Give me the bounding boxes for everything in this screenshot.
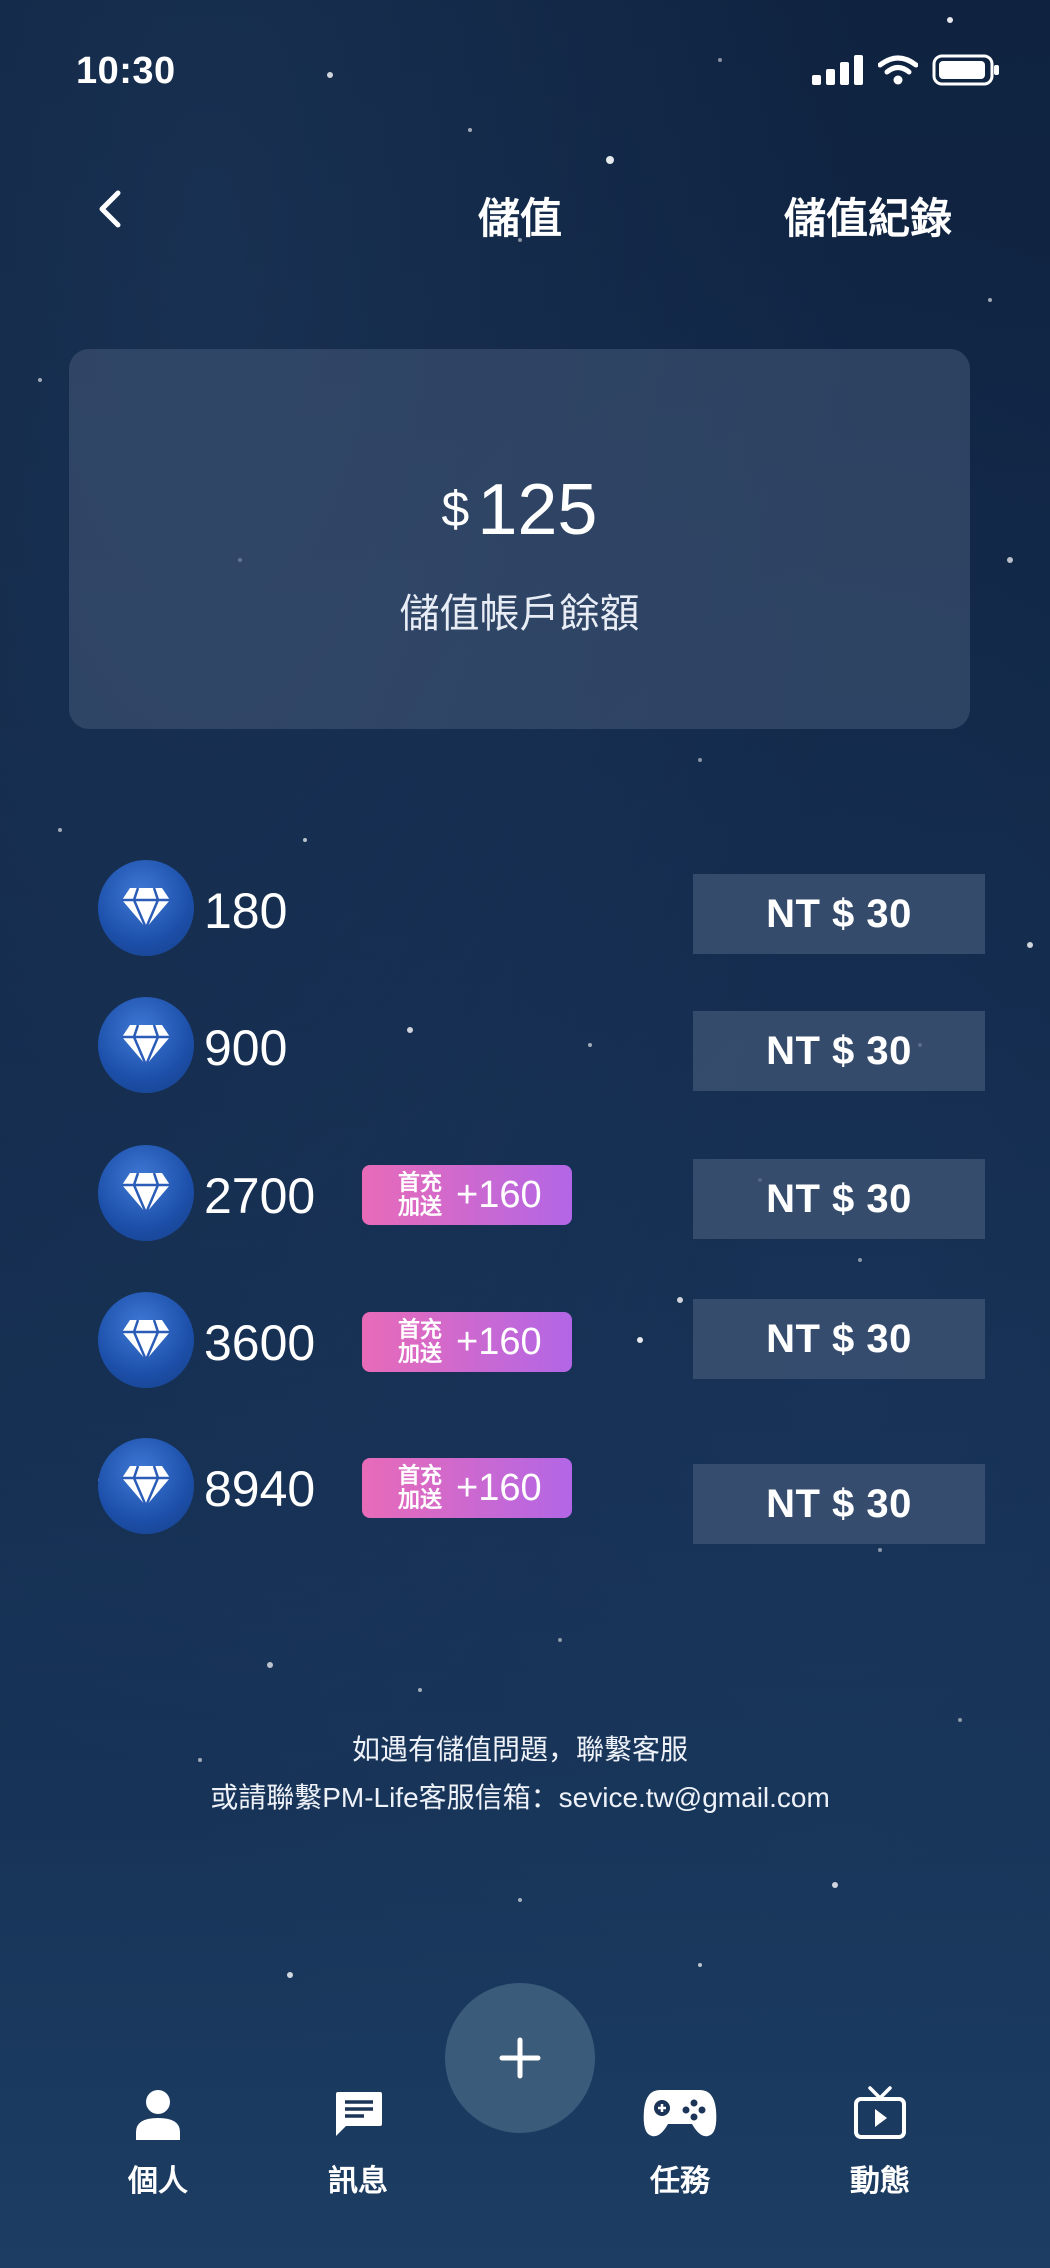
first-recharge-badge: 首充 加送 +160 — [362, 1165, 572, 1225]
nav-item-tasks[interactable]: 任務 — [610, 2080, 750, 2200]
signal-icon — [812, 55, 863, 85]
package-row: 900 NT $ 30 — [98, 997, 985, 1097]
package-row: 3600 首充 加送 +160 NT $ 30 — [98, 1292, 985, 1392]
badge-bonus: +160 — [456, 1173, 542, 1216]
badge-line1: 首充 — [397, 1170, 442, 1195]
starfield-background — [38, 17, 1033, 1978]
support-note-line2: 或請聯繫PM-Life客服信箱：sevice.tw@gmail.com — [210, 1782, 830, 1813]
badge-line2: 加送 — [397, 1341, 442, 1366]
message-icon — [336, 2092, 382, 2136]
diamond-icon — [122, 1465, 170, 1508]
balance-label: 儲值帳戶餘額 — [399, 592, 640, 636]
price-button[interactable]: NT $ 30 — [693, 1464, 985, 1544]
price-button[interactable]: NT $ 30 — [693, 1299, 985, 1379]
package-amount: 180 — [204, 883, 288, 939]
support-note-line1: 如遇有儲值問題，聯繫客服 — [351, 1734, 688, 1765]
diamond-coin — [98, 997, 194, 1093]
status-time: 10:30 — [76, 50, 176, 92]
diamond-coin — [98, 860, 194, 956]
diamond-coin — [98, 1292, 194, 1388]
nav-label: 訊息 — [328, 2165, 388, 2198]
badge-line2: 加送 — [397, 1194, 442, 1219]
balance-value: 125 — [477, 470, 598, 550]
nav-item-feed[interactable]: 動態 — [810, 2080, 950, 2200]
package-amount: 8940 — [204, 1461, 316, 1517]
tv-icon — [854, 2086, 906, 2139]
diamond-icon — [122, 1024, 170, 1067]
package-amount: 3600 — [204, 1315, 316, 1371]
nav-item-profile[interactable]: 個人 — [88, 2080, 228, 2200]
badge-bonus: +160 — [456, 1466, 542, 1509]
badge-line2: 加送 — [397, 1487, 442, 1512]
price-button[interactable]: NT $ 30 — [693, 1159, 985, 1239]
person-icon — [136, 2090, 180, 2140]
price-button[interactable]: NT $ 30 — [693, 1011, 985, 1091]
wifi-icon — [878, 55, 918, 85]
package-row: 180 NT $ 30 — [98, 860, 985, 960]
badge-bonus: +160 — [456, 1320, 542, 1363]
price-button[interactable]: NT $ 30 — [693, 874, 985, 954]
badge-line1: 首充 — [397, 1463, 442, 1488]
plus-icon — [499, 2037, 541, 2079]
package-row: 2700 首充 加送 +160 NT $ 30 — [98, 1145, 985, 1245]
gamepad-icon — [643, 2090, 717, 2137]
battery-icon — [932, 54, 999, 86]
currency-symbol: $ — [441, 481, 470, 537]
add-button[interactable] — [445, 1983, 595, 2133]
balance-card: $125 儲值帳戶餘額 — [69, 349, 970, 729]
first-recharge-badge: 首充 加送 +160 — [362, 1458, 572, 1518]
nav-item-messages[interactable]: 訊息 — [288, 2080, 428, 2200]
badge-line1: 首充 — [397, 1317, 442, 1342]
diamond-coin — [98, 1438, 194, 1534]
recharge-record-link[interactable]: 儲值紀錄 — [784, 185, 952, 246]
diamond-coin — [98, 1145, 194, 1241]
diamond-icon — [122, 1172, 170, 1215]
first-recharge-badge: 首充 加送 +160 — [362, 1312, 572, 1372]
diamond-icon — [122, 887, 170, 930]
badge-caption: 首充 加送 — [392, 1464, 448, 1512]
nav-label: 個人 — [128, 2165, 188, 2198]
diamond-icon — [122, 1319, 170, 1362]
badge-caption: 首充 加送 — [392, 1318, 448, 1366]
status-icons — [812, 54, 1000, 86]
balance-amount: $125 — [69, 469, 970, 551]
package-row: 8940 首充 加送 +160 NT $ 30 — [98, 1438, 985, 1544]
package-amount: 900 — [204, 1020, 288, 1076]
nav-label: 任務 — [650, 2165, 710, 2198]
package-amount: 2700 — [204, 1168, 316, 1224]
nav-label: 動態 — [850, 2165, 910, 2198]
badge-caption: 首充 加送 — [392, 1171, 448, 1219]
